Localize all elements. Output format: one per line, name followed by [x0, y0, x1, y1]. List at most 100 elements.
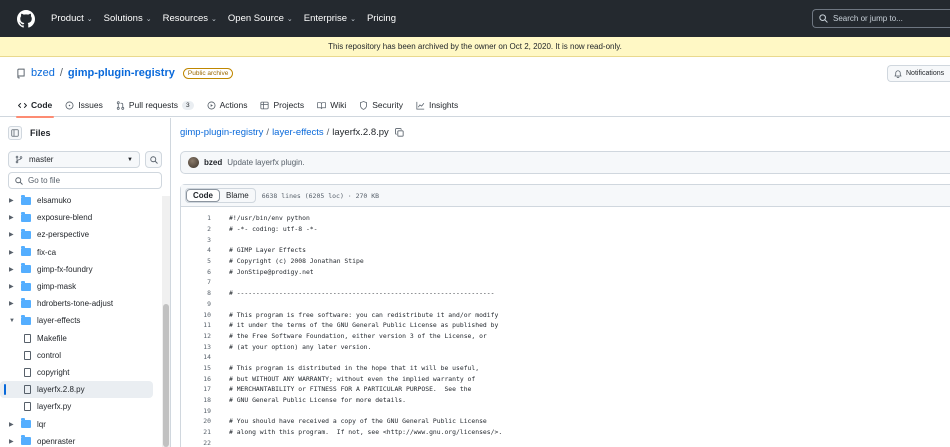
tree-folder[interactable]: ▶ gimp-mask: [0, 278, 162, 295]
tree-file[interactable]: layerfx.2.8.py: [0, 381, 153, 399]
sidebar-scrollbar-thumb[interactable]: [163, 304, 169, 447]
repo-name-link[interactable]: gimp-plugin-registry: [68, 67, 175, 79]
folder-icon: [21, 194, 31, 205]
tab-projects[interactable]: Projects: [260, 94, 304, 116]
line-number[interactable]: 5: [181, 257, 229, 265]
sidebar-scrollbar[interactable]: [162, 196, 170, 447]
line-number[interactable]: 9: [181, 300, 229, 308]
chevron-down-icon[interactable]: ▼: [9, 318, 15, 324]
line-number[interactable]: 8: [181, 289, 229, 297]
line-number[interactable]: 10: [181, 311, 229, 319]
tree-item-label: layerfx.py: [37, 402, 72, 412]
repo-tabs: Code Issues Pull requests 3 Actions Proj…: [15, 94, 458, 118]
chevron-right-icon[interactable]: ▶: [9, 266, 15, 273]
chevron-right-icon[interactable]: ▶: [9, 300, 15, 307]
tree-item-label: lqr: [37, 419, 46, 429]
pull-request-icon: [116, 100, 124, 110]
commit-author[interactable]: bzed: [204, 158, 222, 167]
line-number[interactable]: 2: [181, 225, 229, 233]
repo-icon: [17, 68, 25, 78]
chevron-right-icon[interactable]: ▶: [9, 214, 15, 221]
tree-file[interactable]: layerfx.py: [0, 398, 162, 415]
breadcrumb-repo-link[interactable]: gimp-plugin-registry: [180, 127, 263, 138]
notifications-button[interactable]: Notifications: [887, 65, 950, 82]
tab-code[interactable]: Code: [15, 94, 55, 118]
tree-folder[interactable]: ▶ exposure-blend: [0, 209, 162, 226]
code-line: 16 # but WITHOUT ANY WARRANTY; without ev…: [181, 373, 950, 384]
line-number[interactable]: 4: [181, 246, 229, 254]
tree-folder[interactable]: ▶ hdroberts-tone-adjust: [0, 295, 162, 312]
tree-folder[interactable]: ▶ openraster: [0, 433, 162, 447]
line-number[interactable]: 18: [181, 396, 229, 404]
chevron-right-icon[interactable]: ▶: [9, 231, 15, 238]
tree-folder[interactable]: ▶ gimp-fx-foundry: [0, 261, 162, 278]
line-number[interactable]: 21: [181, 428, 229, 436]
chevron-down-icon: ⌄: [286, 15, 293, 23]
tree-file[interactable]: copyright: [0, 364, 162, 381]
line-number[interactable]: 11: [181, 321, 229, 329]
line-number[interactable]: 1: [181, 214, 229, 222]
code-blame-toggle: Code Blame: [185, 188, 256, 203]
tree-folder[interactable]: ▶ fix-ca: [0, 244, 162, 261]
line-number[interactable]: 19: [181, 407, 229, 415]
nav-product[interactable]: Product ⌄: [51, 13, 93, 24]
line-number[interactable]: 7: [181, 278, 229, 286]
nav-pricing[interactable]: Pricing: [367, 13, 396, 24]
line-number[interactable]: 3: [181, 236, 229, 244]
chevron-right-icon[interactable]: ▶: [9, 438, 15, 445]
go-to-file-input[interactable]: Go to file: [8, 172, 162, 189]
copy-icon[interactable]: [394, 128, 404, 137]
line-number[interactable]: 12: [181, 332, 229, 340]
file-icon: [24, 350, 31, 360]
search-input[interactable]: Search or jump to...: [812, 9, 950, 28]
pull-requests-count: 3: [181, 100, 194, 110]
code-line: 9: [181, 299, 950, 310]
line-number[interactable]: 16: [181, 375, 229, 383]
repo-owner-link[interactable]: bzed: [31, 67, 55, 79]
tree-folder[interactable]: ▶ elsamuko: [0, 192, 162, 209]
tree-file[interactable]: control: [0, 347, 162, 364]
chevron-right-icon[interactable]: ▶: [9, 421, 15, 428]
tree-folder[interactable]: ▶ ez-perspective: [0, 226, 162, 243]
line-number[interactable]: 15: [181, 364, 229, 372]
line-number[interactable]: 13: [181, 343, 229, 351]
github-logo-icon[interactable]: [17, 9, 35, 28]
tree-file[interactable]: Makefile: [0, 330, 162, 347]
chevron-right-icon[interactable]: ▶: [9, 249, 15, 256]
chevron-right-icon[interactable]: ▶: [9, 197, 15, 204]
repo-header: bzed / gimp-plugin-registry Public archi…: [0, 57, 950, 118]
tab-actions[interactable]: Actions: [207, 94, 247, 116]
avatar[interactable]: [188, 157, 199, 168]
tree-item-label: ez-perspective: [37, 230, 90, 240]
line-number[interactable]: 6: [181, 268, 229, 276]
file-search-button[interactable]: [145, 151, 162, 168]
tab-security[interactable]: Security: [359, 94, 403, 116]
tab-pull-requests[interactable]: Pull requests 3: [116, 94, 194, 116]
issue-icon: [65, 101, 74, 109]
code-line: 22: [181, 437, 950, 447]
tab-insights[interactable]: Insights: [416, 94, 458, 116]
breadcrumb-folder-link[interactable]: layer-effects: [272, 127, 324, 138]
chevron-right-icon[interactable]: ▶: [9, 283, 15, 290]
sidebar-collapse-icon[interactable]: [8, 126, 22, 140]
commit-message[interactable]: Update layerfx plugin.: [227, 158, 304, 167]
line-number[interactable]: 22: [181, 439, 229, 447]
blame-view-button[interactable]: Blame: [220, 189, 255, 202]
code-view-button[interactable]: Code: [186, 189, 220, 202]
code-lines: 1 #!/usr/bin/env python 2 # -*- coding: utf…: [181, 207, 950, 447]
code-line: 12 # the Free Software Foundation, either…: [181, 331, 950, 342]
nav-resources[interactable]: Resources ⌄: [163, 13, 217, 24]
nav-open-source[interactable]: Open Source ⌄: [228, 13, 293, 24]
branch-selector[interactable]: master ▼: [8, 151, 140, 168]
caret-down-icon: ▼: [127, 156, 133, 163]
line-number[interactable]: 17: [181, 385, 229, 393]
tab-issues[interactable]: Issues: [65, 94, 103, 116]
nav-solutions[interactable]: Solutions ⌄: [104, 13, 152, 24]
nav-enterprise[interactable]: Enterprise ⌄: [304, 13, 356, 24]
line-number[interactable]: 14: [181, 353, 229, 361]
tab-wiki[interactable]: Wiki: [317, 94, 346, 116]
line-number[interactable]: 20: [181, 417, 229, 425]
tree-folder[interactable]: ▼ layer-effects: [0, 312, 162, 329]
search-icon: [15, 176, 23, 185]
tree-folder[interactable]: ▶ lqr: [0, 415, 162, 432]
